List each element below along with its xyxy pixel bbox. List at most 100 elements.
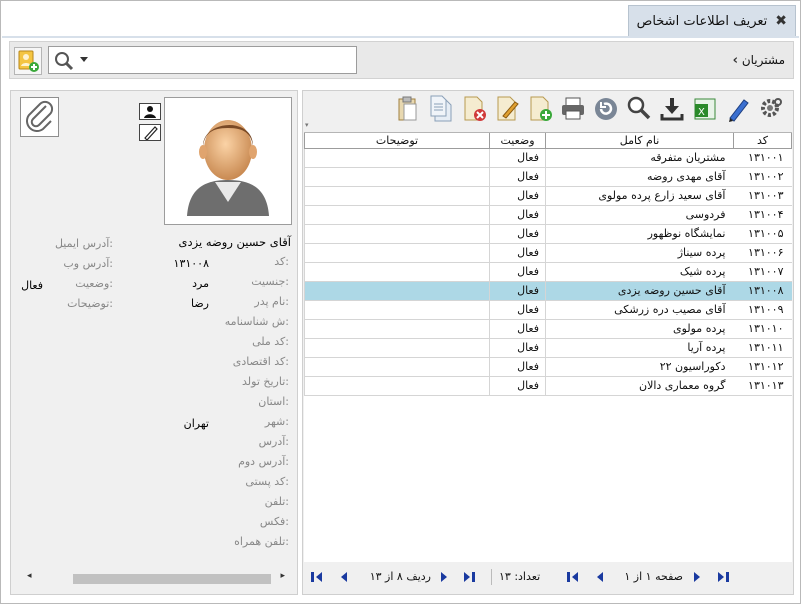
table-row[interactable]: ۱۳۱۰۰۵ نمایشگاه نوظهور فعال	[304, 224, 792, 244]
cell-full-name: فردوسی	[545, 205, 734, 225]
column-header-status[interactable]: وضعیت	[489, 133, 546, 149]
edit-document-button[interactable]	[492, 93, 521, 123]
first-row-icon[interactable]	[463, 570, 477, 584]
cell-full-name: آقای حسین روضه یزدی	[545, 281, 734, 301]
dropdown-arrow-icon[interactable]	[80, 57, 88, 63]
cell-status: فعال	[489, 186, 546, 206]
paste-document-button[interactable]	[393, 93, 422, 123]
table-row[interactable]: ۱۳۱۰۰۸ آقای حسین روضه یزدی فعال	[304, 281, 792, 301]
cell-code: ۱۳۱۰۰۸	[733, 281, 792, 301]
edit-pen-icon	[728, 98, 749, 122]
add-document-button[interactable]	[525, 93, 554, 123]
search-input[interactable]	[48, 46, 357, 74]
scrollbar-thumb[interactable]	[73, 574, 271, 584]
table-row[interactable]: ۱۳۱۰۰۱ مشتریان متفرقه فعال	[304, 148, 792, 168]
details-field-label: کد:	[274, 255, 289, 268]
paperclip-icon	[26, 100, 54, 132]
next-page-icon[interactable]	[593, 570, 607, 584]
column-header-code[interactable]: کد	[733, 133, 792, 149]
page-label: صفحه	[655, 570, 683, 583]
cell-description	[304, 148, 490, 168]
last-page-icon[interactable]	[565, 570, 579, 584]
cell-code: ۱۳۱۰۱۳	[733, 376, 792, 396]
person-photo	[164, 97, 292, 225]
cell-status: فعال	[489, 281, 546, 301]
details-field-label: شهر:	[264, 415, 289, 428]
scroll-left-icon[interactable]: ◂	[27, 571, 32, 581]
cell-code: ۱۳۱۰۰۹	[733, 300, 792, 320]
add-person-button[interactable]	[14, 47, 42, 75]
cell-status: فعال	[489, 300, 546, 320]
count-label: تعداد:	[514, 570, 541, 583]
print-button[interactable]	[558, 93, 587, 123]
table-row[interactable]: ۱۳۱۰۰۳ آقای سعید زارع پرده مولوی فعال	[304, 186, 792, 206]
cell-description	[304, 338, 490, 358]
cell-full-name: پرده آریا	[545, 338, 734, 358]
details-field-label: توضیحات:	[67, 297, 113, 310]
table-row[interactable]: ۱۳۱۰۰۶ پرده سیناژ فعال	[304, 243, 792, 263]
edit-photo-button[interactable]	[139, 124, 161, 141]
copy-document-button[interactable]	[426, 93, 455, 123]
column-header-description[interactable]: توضیحات	[304, 133, 490, 149]
cell-code: ۱۳۱۰۰۳	[733, 186, 792, 206]
cell-description	[304, 262, 490, 282]
next-row-icon[interactable]	[337, 570, 351, 584]
column-header-full-name[interactable]: نام کامل	[545, 133, 734, 149]
breadcrumb[interactable]: ‹ مشتریان	[733, 53, 785, 68]
last-row-icon[interactable]	[309, 570, 323, 584]
pager-separator	[491, 569, 492, 585]
edit-pen-button[interactable]	[723, 93, 752, 123]
cell-description	[304, 205, 490, 225]
search-button[interactable]	[624, 93, 653, 123]
horizontal-scrollbar[interactable]: ◂ ▸	[25, 571, 287, 586]
table-row[interactable]: ۱۳۱۰۰۹ آقای مصیب دره زرشکی فعال	[304, 300, 792, 320]
first-page-icon[interactable]	[717, 570, 731, 584]
tab-title: تعریف اطلاعات اشخاص	[636, 13, 768, 29]
change-photo-button[interactable]	[139, 103, 161, 120]
table-row[interactable]: ۱۳۱۰۱۲ دکوراسیون ۲۲ فعال	[304, 357, 792, 377]
cell-status: فعال	[489, 357, 546, 377]
svg-text:X: X	[698, 107, 705, 118]
cell-description	[304, 281, 490, 301]
page-of-label: از	[633, 570, 643, 583]
row-total: ۱۳	[369, 570, 382, 583]
previous-page-icon[interactable]	[690, 570, 704, 584]
table-row[interactable]: ۱۳۱۰۰۲ آقای مهدی روضه فعال	[304, 167, 792, 187]
table-row[interactable]: ۱۳۱۰۰۷ پرده شیک فعال	[304, 262, 792, 282]
excel-export-button[interactable]: X	[690, 93, 719, 123]
cell-code: ۱۳۱۰۰۵	[733, 224, 792, 244]
copy-document-icon	[430, 95, 451, 121]
settings-button[interactable]	[756, 93, 785, 123]
chevron-left-icon: ‹	[732, 53, 738, 68]
attachment-button[interactable]	[20, 97, 59, 137]
tab-underline	[2, 36, 799, 38]
table-row[interactable]: ۱۳۱۰۱۱ پرده آریا فعال	[304, 338, 792, 358]
refresh-button[interactable]	[591, 93, 620, 123]
tab-person-info[interactable]: تعریف اطلاعات اشخاص ✖	[628, 5, 796, 36]
cell-description	[304, 243, 490, 263]
refresh-icon	[594, 97, 617, 120]
details-field-label: کد اقتصادی:	[232, 355, 289, 368]
cell-code: ۱۳۱۰۱۲	[733, 357, 792, 377]
download-button[interactable]	[657, 93, 686, 123]
toolbar-overflow-icon[interactable]: ▾	[305, 121, 309, 129]
person-avatar-icon	[187, 120, 269, 216]
table-row[interactable]: ۱۳۱۰۱۳ گروه معماری دالان فعال	[304, 376, 792, 396]
cell-code: ۱۳۱۰۰۲	[733, 167, 792, 187]
persons-table: کد نام کامل وضعیت توضیحات ۱۳۱۰۰۱ مشتریان …	[304, 132, 792, 562]
scroll-right-icon[interactable]: ▸	[280, 571, 285, 581]
close-icon[interactable]: ✖	[775, 13, 787, 29]
previous-row-icon[interactable]	[437, 570, 451, 584]
cell-status: فعال	[489, 319, 546, 339]
table-row[interactable]: ۱۳۱۰۰۴ فردوسی فعال	[304, 205, 792, 225]
cell-status: فعال	[489, 148, 546, 168]
excel-export-icon: X	[694, 98, 715, 119]
table-row[interactable]: ۱۳۱۰۱۰ پرده مولوی فعال	[304, 319, 792, 339]
delete-document-button[interactable]	[459, 93, 488, 123]
details-field-value: تهران	[183, 417, 209, 430]
person-details-panel: آقای حسین روضه یزدی ◂ ▸ کد: ۱۳۱۰۰۸ جنسیت: م…	[10, 90, 298, 595]
cell-full-name: گروه معماری دالان	[545, 376, 734, 396]
settings-icon	[760, 97, 782, 117]
cell-description	[304, 300, 490, 320]
edit-document-icon	[497, 96, 519, 120]
